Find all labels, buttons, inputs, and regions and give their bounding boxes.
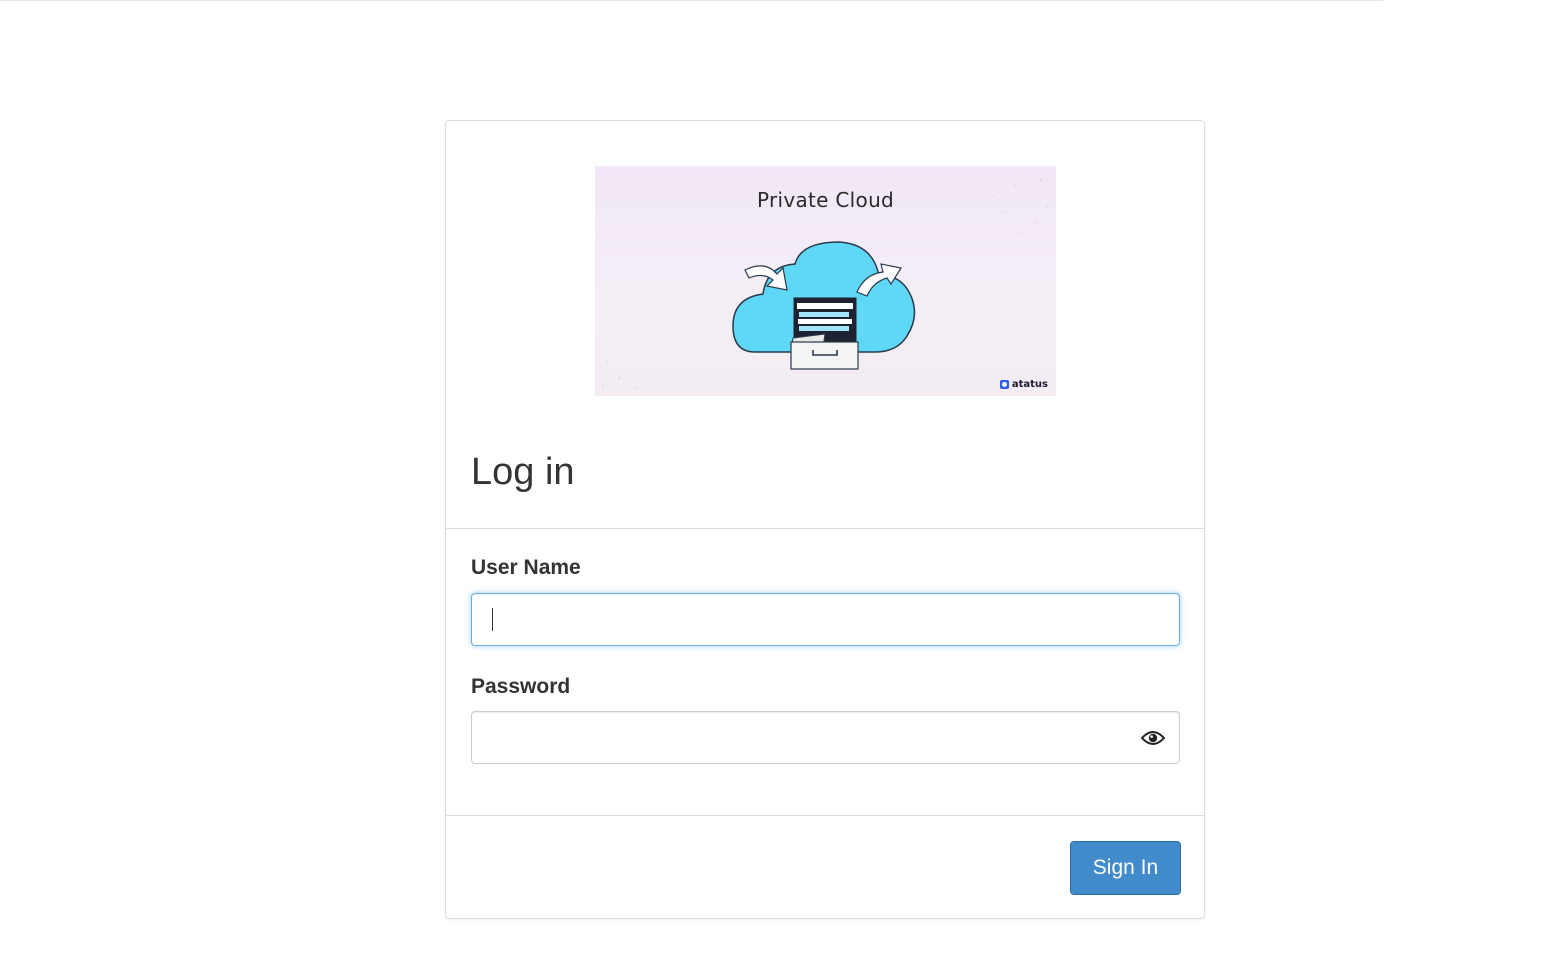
eye-icon — [1141, 731, 1165, 745]
text-cursor — [492, 608, 493, 631]
brand-mark-icon — [999, 380, 1009, 389]
login-form: User Name Password — [446, 528, 1204, 816]
password-label: Password — [471, 675, 571, 698]
top-divider — [0, 0, 1383, 1]
login-panel-footer: Sign In — [446, 816, 1204, 920]
page-title: Log in — [471, 451, 575, 493]
banner-title: Private Cloud — [756, 188, 895, 212]
login-panel: Private Cloud atatus Log in User Name Pa… — [445, 120, 1205, 919]
show-password-toggle[interactable] — [1140, 727, 1166, 749]
brand-name: atatus — [1011, 379, 1048, 390]
password-input[interactable] — [471, 711, 1180, 764]
username-input[interactable] — [471, 593, 1180, 646]
brand-logo: atatus — [999, 379, 1048, 390]
sign-in-button[interactable]: Sign In — [1070, 841, 1181, 895]
login-panel-header: Private Cloud atatus Log in — [446, 121, 1204, 529]
private-cloud-banner: Private Cloud atatus — [595, 166, 1056, 396]
username-label: User Name — [471, 556, 581, 579]
